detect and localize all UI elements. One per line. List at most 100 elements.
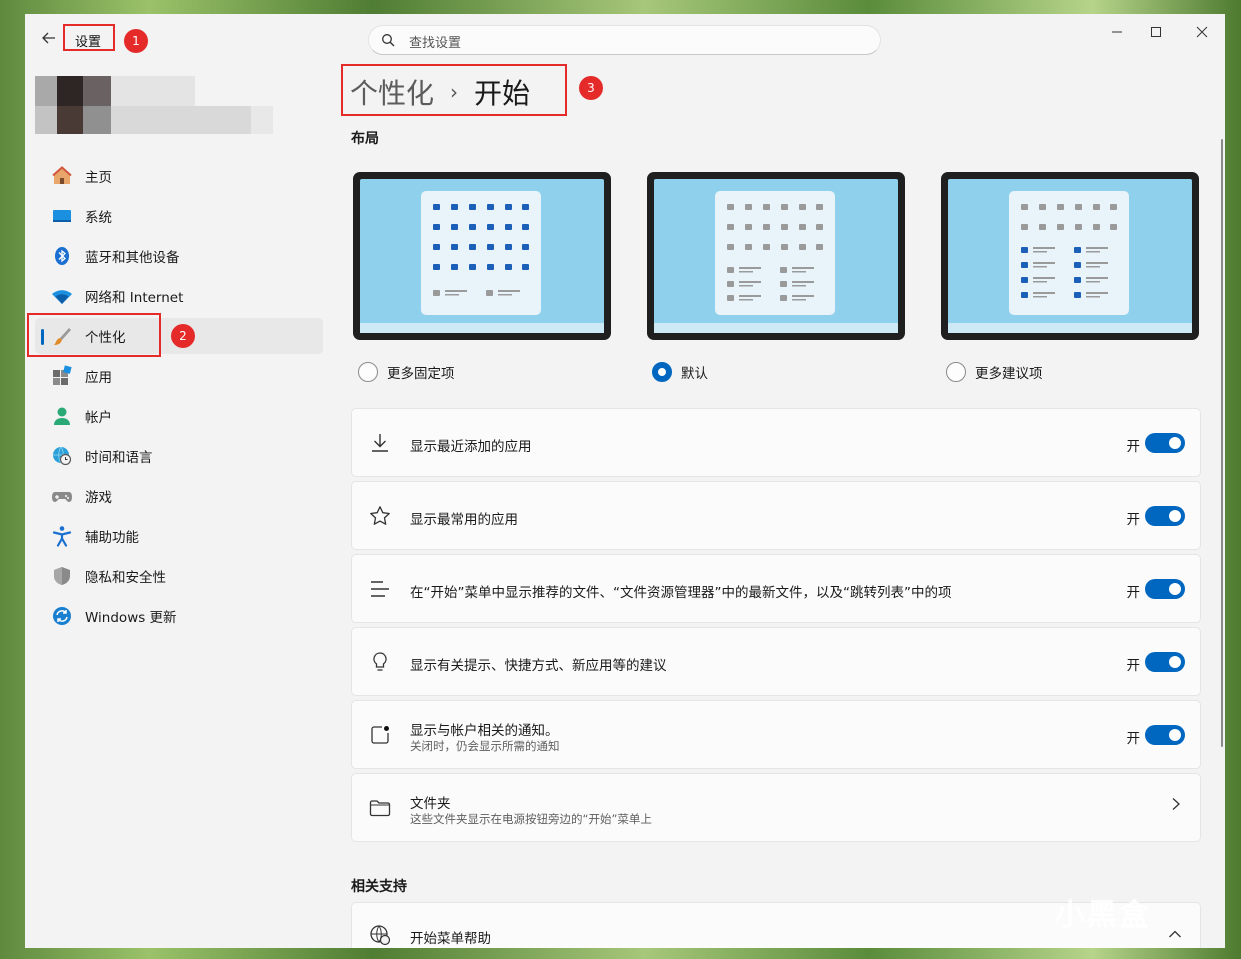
gamepad-icon (51, 485, 73, 507)
search-input[interactable]: 查找设置 (409, 32, 461, 51)
callout-badge-2: 2 (171, 324, 195, 348)
accessibility-icon (51, 525, 73, 547)
start-pane-preview (1009, 191, 1129, 315)
sidebar-item-accessibility[interactable]: 辅助功能 (35, 518, 323, 554)
setting-title: 显示与帐户相关的通知。 (410, 723, 559, 739)
maximize-icon (1151, 27, 1161, 37)
radio-label: 默认 (681, 366, 708, 382)
setting-title: 显示最近添加的应用 (410, 439, 532, 455)
toggle-switch[interactable] (1145, 506, 1185, 526)
sidebar-item-privacy[interactable]: 隐私和安全性 (35, 558, 323, 594)
setting-title: 显示有关提示、快捷方式、新应用等的建议 (410, 658, 667, 674)
callout-badge-3: 3 (579, 76, 603, 100)
close-button[interactable] (1187, 24, 1217, 46)
radio-more-recommendations[interactable]: 更多建议项 (946, 362, 1043, 382)
watermark: 小黑盒 (1055, 898, 1151, 933)
layout-screen (360, 179, 604, 333)
sidebar-item-gaming[interactable]: 游戏 (35, 478, 323, 514)
setting-row-tips[interactable]: 显示有关提示、快捷方式、新应用等的建议 开 (351, 627, 1201, 696)
toggle-knob (1169, 510, 1181, 522)
globe-clock-icon (51, 445, 73, 467)
start-pane-preview (421, 191, 541, 315)
layout-preview-default[interactable] (647, 172, 905, 340)
toggle-switch[interactable] (1145, 433, 1185, 453)
folder-icon (369, 800, 391, 817)
setting-title: 开始菜单帮助 (410, 931, 491, 947)
system-icon (51, 205, 73, 227)
callout-box-settings (63, 24, 115, 51)
sidebar-item-label: 时间和语言 (85, 450, 153, 466)
sidebar-item-windows-update[interactable]: Windows 更新 (35, 598, 323, 634)
close-icon (1196, 26, 1208, 38)
home-icon (51, 165, 73, 187)
related-heading: 相关支持 (351, 879, 407, 895)
minimize-icon (1112, 31, 1122, 33)
setting-row-account-notifications[interactable]: 显示与帐户相关的通知。 关闭时，仍会显示所需的通知 开 (351, 700, 1201, 769)
chevron-right-icon (1170, 796, 1182, 815)
radio-default[interactable]: 默认 (652, 362, 708, 382)
chevron-up-icon[interactable] (1168, 925, 1182, 944)
sidebar-item-network[interactable]: 网络和 Internet (35, 278, 323, 314)
radio-label: 更多固定项 (387, 366, 455, 382)
taskbar-preview (654, 323, 898, 333)
bluetooth-icon (51, 245, 73, 267)
wifi-icon (51, 285, 73, 307)
sidebar-item-time-language[interactable]: 时间和语言 (35, 438, 323, 474)
search-icon (382, 34, 395, 47)
sidebar-item-label: 应用 (85, 370, 112, 386)
scrollbar[interactable] (1221, 139, 1223, 747)
toggle-switch[interactable] (1145, 725, 1185, 745)
setting-title: 显示最常用的应用 (410, 512, 518, 528)
toggle-knob (1169, 437, 1181, 449)
download-icon (372, 434, 388, 452)
setting-subtitle: 这些文件夹显示在电源按钮旁边的“开始”菜单上 (410, 812, 652, 826)
toggle-knob (1169, 729, 1181, 741)
sidebar-item-apps[interactable]: 应用 (35, 358, 323, 394)
layout-screen (948, 179, 1192, 333)
callout-box-personalization (27, 313, 161, 357)
sidebar-nav: 主页 系统 蓝牙和其他设备 网络和 Internet 个性化 应用 帐户 时间和… (35, 158, 323, 638)
radio-button-selected[interactable] (652, 362, 672, 382)
radio-button[interactable] (358, 362, 378, 382)
sidebar-item-bluetooth[interactable]: 蓝牙和其他设备 (35, 238, 323, 274)
sidebar-item-label: 主页 (85, 170, 112, 186)
radio-button[interactable] (946, 362, 966, 382)
sidebar-item-accounts[interactable]: 帐户 (35, 398, 323, 434)
star-icon (370, 506, 390, 525)
toggle-knob (1169, 583, 1181, 595)
layout-preview-more-pins[interactable] (353, 172, 611, 340)
avatar[interactable] (35, 76, 273, 134)
setting-subtitle: 关闭时，仍会显示所需的通知 (410, 739, 560, 753)
minimize-button[interactable] (1102, 24, 1132, 46)
setting-title: 在“开始”菜单中显示推荐的文件、“文件资源管理器”中的最新文件，以及“跳转列表”… (410, 585, 952, 601)
toggle-knob (1169, 656, 1181, 668)
sidebar-item-label: 辅助功能 (85, 530, 139, 546)
taskbar-preview (948, 323, 1192, 333)
radio-label: 更多建议项 (975, 366, 1043, 382)
taskbar-preview (360, 323, 604, 333)
setting-row-most-used-apps[interactable]: 显示最常用的应用 开 (351, 481, 1201, 550)
back-button[interactable] (39, 30, 59, 50)
sidebar-item-label: 网络和 Internet (85, 290, 184, 306)
sidebar-item-label: 游戏 (85, 490, 112, 506)
search-box[interactable]: 查找设置 (368, 25, 881, 55)
radio-more-pins[interactable]: 更多固定项 (358, 362, 455, 382)
layout-preview-more-recommendations[interactable] (941, 172, 1199, 340)
sidebar-item-label: 系统 (85, 210, 112, 226)
toggle-state-label: 开 (1126, 439, 1141, 455)
setting-row-folders[interactable]: 文件夹 这些文件夹显示在电源按钮旁边的“开始”菜单上 (351, 773, 1201, 842)
sidebar-item-home[interactable]: 主页 (35, 158, 323, 194)
toggle-switch[interactable] (1145, 652, 1185, 672)
toggle-switch[interactable] (1145, 579, 1185, 599)
setting-row-recommended-files[interactable]: 在“开始”菜单中显示推荐的文件、“文件资源管理器”中的最新文件，以及“跳转列表”… (351, 554, 1201, 623)
sidebar-item-system[interactable]: 系统 (35, 198, 323, 234)
setting-title: 文件夹 (410, 796, 451, 812)
maximize-button[interactable] (1141, 24, 1171, 46)
toggle-state-label: 开 (1126, 731, 1141, 747)
account-icon (51, 405, 73, 427)
settings-window: 设置 查找设置 主页 系统 蓝牙和其他设备 网络和 Internet 个性化 应… (25, 14, 1225, 948)
update-icon (51, 605, 73, 627)
toggle-state-label: 开 (1126, 512, 1141, 528)
apps-icon (51, 365, 73, 387)
setting-row-recent-apps[interactable]: 显示最近添加的应用 开 (351, 408, 1201, 477)
